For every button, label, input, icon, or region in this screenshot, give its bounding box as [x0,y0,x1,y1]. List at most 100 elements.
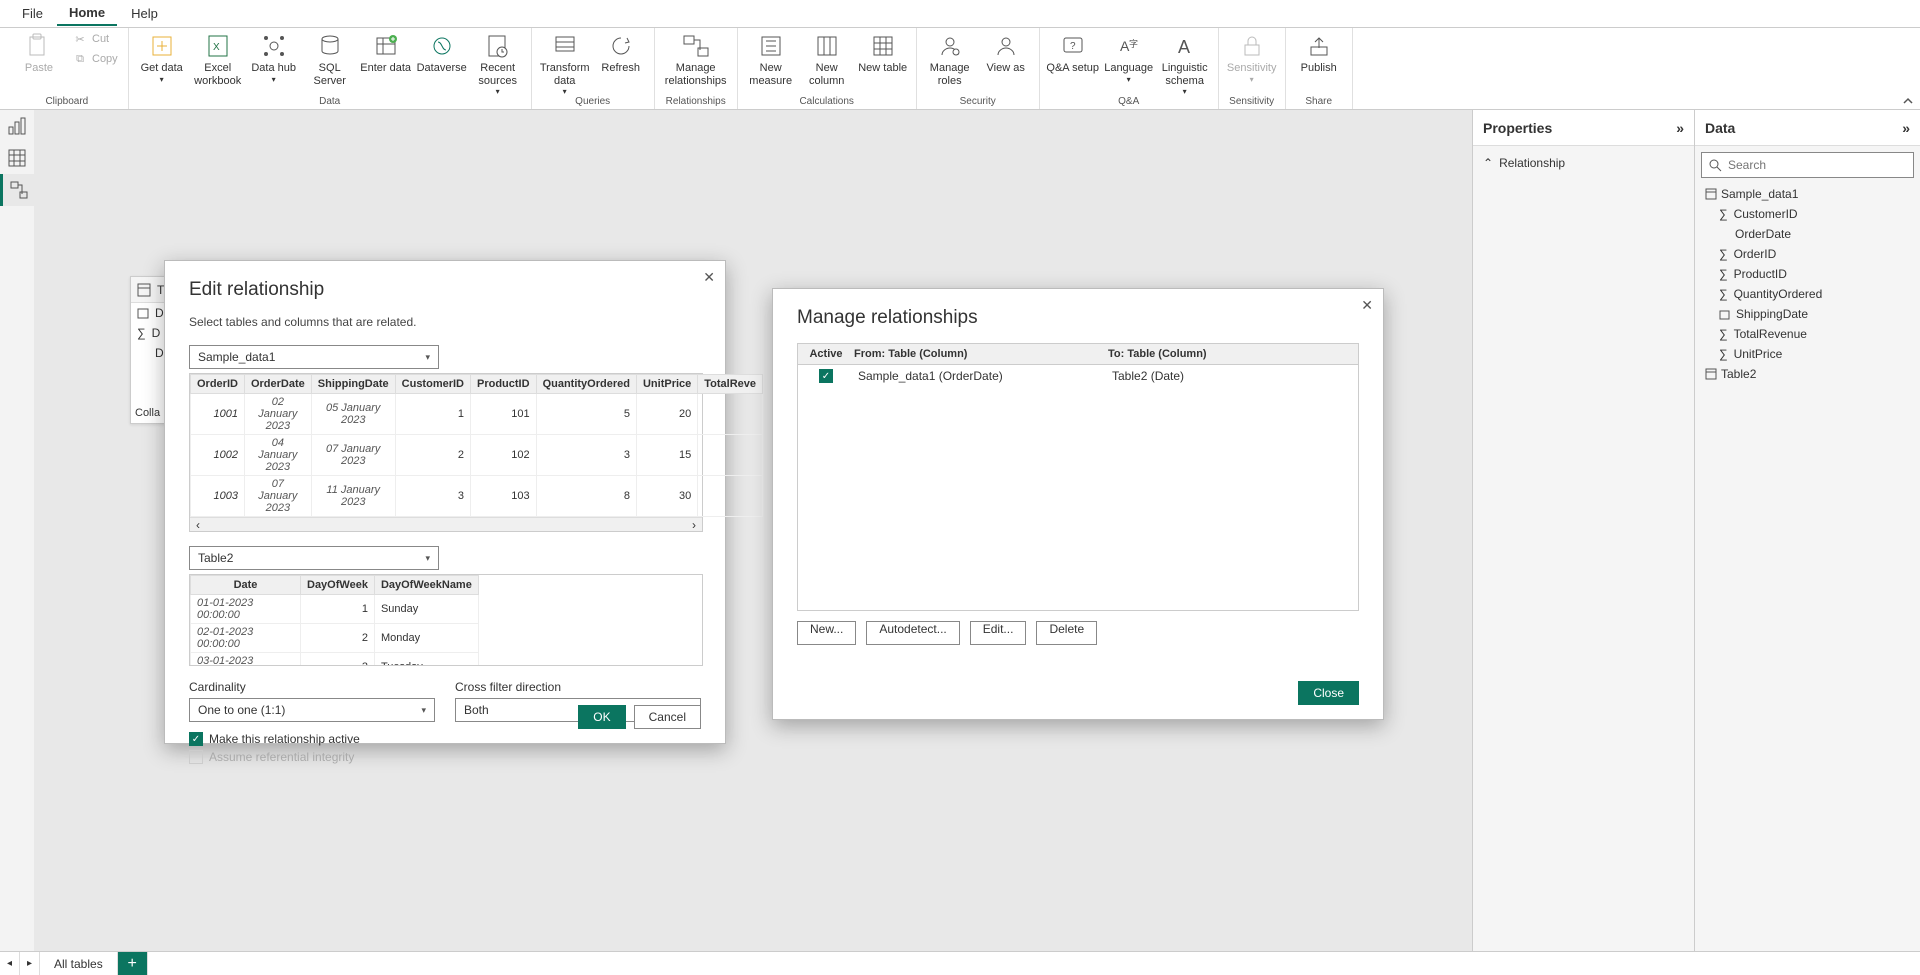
model-view-button[interactable] [0,174,34,206]
col-header[interactable]: DayOfWeekName [374,576,478,595]
table2-dropdown[interactable]: Table2▾ [189,546,439,570]
table1-grid: OrderID OrderDate ShippingDate CustomerI… [189,373,703,532]
integrity-checkbox-row[interactable]: Assume referential integrity [189,750,701,764]
data-pane: Data » Sample_data1 ∑CustomerID OrderDat… [1694,110,1920,951]
cardinality-dropdown[interactable]: One to one (1:1)▾ [189,698,435,722]
scroll-left-icon[interactable]: ‹ [196,518,200,532]
chevron-up-icon[interactable]: ⌃ [1483,156,1493,170]
sensitivity-button[interactable]: Sensitivity▾ [1225,30,1279,84]
new-measure-button[interactable]: New measure [744,30,798,87]
collapse-pane-icon[interactable]: » [1902,120,1910,136]
checkbox-icon[interactable]: ✓ [189,732,203,746]
measure-icon [757,32,785,60]
cut-button[interactable]: ✂Cut [68,30,122,48]
close-button[interactable]: Close [1298,681,1359,705]
search-input[interactable] [1701,152,1914,178]
table-row[interactable]: 100204 January 202307 January 2023210231… [191,435,763,476]
edit-rel-button[interactable]: Edit... [970,621,1027,645]
add-tab-button[interactable]: + [118,952,148,975]
schema-button[interactable]: ALinguistic schema▾ [1158,30,1212,96]
refresh-button[interactable]: Refresh [594,30,648,75]
field-row[interactable]: ∑UnitPrice [1705,344,1910,364]
table-row[interactable]: 02-01-2023 00:00:002Monday [191,624,479,653]
tab-all-tables[interactable]: All tables [40,952,118,975]
delete-rel-button[interactable]: Delete [1036,621,1097,645]
ok-button[interactable]: OK [578,705,625,729]
col-header[interactable]: ShippingDate [311,375,395,394]
table-row[interactable]: 100102 January 202305 January 2023110152… [191,394,763,435]
manage-roles-button[interactable]: Manage roles [923,30,977,87]
col-header[interactable]: OrderID [191,375,245,394]
ribbon-group-relationships: Manage relationships Relationships [655,28,738,109]
table-row[interactable]: 100307 January 202311 January 2023310383… [191,476,763,517]
field-row[interactable]: ∑OrderID [1705,244,1910,264]
col-header[interactable]: CustomerID [395,375,470,394]
tab-prev-button[interactable]: ◂ [0,952,20,975]
menu-file[interactable]: File [10,2,55,25]
view-as-button[interactable]: View as [979,30,1033,75]
collapse-pane-icon[interactable]: » [1676,120,1684,136]
col-header[interactable]: Date [191,576,301,595]
col-header[interactable]: QuantityOrdered [536,375,636,394]
dialog-subtitle: Select tables and columns that are relat… [189,315,701,329]
new-table-button[interactable]: New table [856,30,910,75]
publish-button[interactable]: Publish [1292,30,1346,75]
table-row[interactable]: 01-01-2023 00:00:001Sunday [191,595,479,624]
field-row[interactable]: ∑QuantityOrdered [1705,284,1910,304]
table-name[interactable]: Sample_data1 [1721,187,1798,201]
recent-sources-button[interactable]: Recent sources▾ [471,30,525,96]
manage-rel-button[interactable]: Manage relationships [661,30,731,87]
paste-icon [25,32,53,60]
close-icon[interactable]: ✕ [1361,297,1373,314]
group-label: Queries [538,96,648,109]
field-row[interactable]: OrderDate [1705,224,1910,244]
cancel-button[interactable]: Cancel [634,705,701,729]
menu-help[interactable]: Help [119,2,170,25]
col-header[interactable]: TotalReve [698,375,763,394]
col-header[interactable]: ProductID [471,375,537,394]
col-header[interactable]: DayOfWeek [301,576,375,595]
menu-home[interactable]: Home [57,1,117,26]
field-row[interactable]: ∑ProductID [1705,264,1910,284]
language-button[interactable]: A字Language▾ [1102,30,1156,84]
data-view-button[interactable] [0,142,34,174]
relationship-row[interactable]: ✓ Sample_data1 (OrderDate) Table2 (Date) [798,365,1358,387]
tab-next-button[interactable]: ▸ [20,952,40,975]
field-row[interactable]: ∑CustomerID [1705,204,1910,224]
dataverse-button[interactable]: Dataverse [415,30,469,75]
new-rel-button[interactable]: New... [797,621,856,645]
cardinality-label: Cardinality [189,680,435,694]
checkbox-icon[interactable]: ✓ [819,369,833,383]
excel-button[interactable]: XExcel workbook [191,30,245,87]
field-row[interactable]: ShippingDate [1705,304,1910,324]
checkbox-icon[interactable] [189,750,203,764]
scroll-right-icon[interactable]: › [692,518,696,532]
close-icon[interactable]: ✕ [703,269,715,286]
transform-button[interactable]: Transform data▾ [538,30,592,96]
bottom-bar: ◂ ▸ All tables + [0,951,1920,975]
autodetect-button[interactable]: Autodetect... [866,621,959,645]
chevron-down-icon: ▾ [425,553,430,564]
collapse-ribbon-button[interactable] [1902,95,1914,107]
field-row[interactable]: ∑TotalRevenue [1705,324,1910,344]
enter-data-button[interactable]: Enter data [359,30,413,75]
table-name[interactable]: Table2 [1721,367,1756,381]
new-column-button[interactable]: New column [800,30,854,87]
data-hub-button[interactable]: Data hub▾ [247,30,301,84]
active-checkbox-row[interactable]: ✓ Make this relationship active [189,732,701,746]
search-field[interactable] [1728,158,1907,172]
sql-button[interactable]: SQL Server [303,30,357,87]
col-header[interactable]: OrderDate [244,375,311,394]
get-data-button[interactable]: Get data▾ [135,30,189,84]
paste-button[interactable]: Paste [12,30,66,75]
col-header[interactable]: UnitPrice [636,375,697,394]
copy-button[interactable]: ⧉Copy [68,50,122,68]
date-icon [1719,309,1730,320]
grid-scroll[interactable]: ‹ › [190,517,702,531]
report-view-button[interactable] [0,110,34,142]
table1-dropdown[interactable]: Sample_data1▾ [189,345,439,369]
table-row[interactable]: 03-01-2023 00:00:003Tuesday [191,653,479,667]
qa-setup-button[interactable]: ?Q&A setup [1046,30,1100,75]
menubar: File Home Help [0,0,1920,28]
table2-grid: Date DayOfWeek DayOfWeekName 01-01-2023 … [189,574,703,666]
